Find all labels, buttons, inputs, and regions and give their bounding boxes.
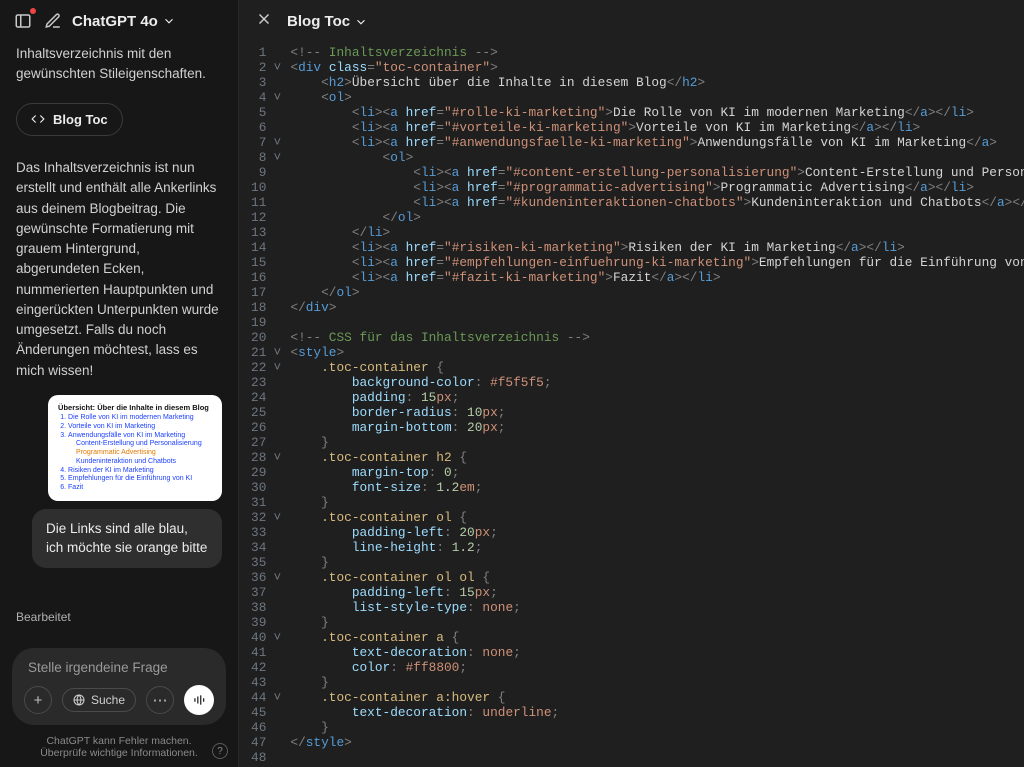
code-icon xyxy=(31,112,45,126)
attach-button[interactable]: + xyxy=(24,686,52,714)
search-label: Suche xyxy=(91,693,125,707)
editor-filename: Blog Toc xyxy=(287,13,350,30)
composer-input[interactable]: Stelle irgendeine Frage xyxy=(24,658,214,685)
composer: Stelle irgendeine Frage + Suche ⋯ xyxy=(12,648,226,725)
web-search-chip[interactable]: Suche xyxy=(62,688,136,712)
model-name: ChatGPT 4o xyxy=(72,13,158,30)
code-area[interactable]: 1234567891011121314151617181920212223242… xyxy=(239,43,1024,767)
new-chat-icon[interactable] xyxy=(42,10,64,32)
toc-preview-thumbnail[interactable]: Übersicht: Über die Inhalte in diesem Bl… xyxy=(48,395,222,501)
globe-icon xyxy=(73,694,85,706)
assistant-text-truncated: Inhaltsverzeichnis mit den gewünschten S… xyxy=(16,44,222,85)
code-content[interactable]: <!-- Inhaltsverzeichnis --><div class="t… xyxy=(284,45,1024,767)
assistant-message-1: Das Inhaltsverzeichnis ist nun erstellt … xyxy=(16,158,222,381)
fold-gutter[interactable]: ˅˅˅˅˅˅˅˅˅˅˅ xyxy=(270,45,284,767)
more-button[interactable]: ⋯ xyxy=(146,686,174,714)
chevron-down-icon xyxy=(354,15,368,29)
toggle-sidebar-icon[interactable] xyxy=(12,10,34,32)
disclaimer: ChatGPT kann Fehler machen. Überprüfe wi… xyxy=(0,731,238,767)
notification-dot-icon xyxy=(30,8,36,14)
voice-send-button[interactable] xyxy=(184,685,214,715)
editor-file-selector[interactable]: Blog Toc xyxy=(287,13,368,30)
code-artifact-chip[interactable]: Blog Toc xyxy=(16,103,123,137)
close-editor-button[interactable] xyxy=(255,10,273,33)
editor-header: Blog Toc xyxy=(239,0,1024,43)
code-editor-pane: Blog Toc 1234567891011121314151617181920… xyxy=(239,0,1024,767)
waveform-icon xyxy=(192,693,206,707)
chevron-down-icon xyxy=(162,14,176,28)
chat-scroll-area[interactable]: Inhaltsverzeichnis mit den gewünschten S… xyxy=(0,40,238,636)
sidebar-top-bar: ChatGPT 4o xyxy=(0,0,238,40)
help-button[interactable]: ? xyxy=(212,743,228,759)
preview-list: Die Rolle von KI im modernen Marketing V… xyxy=(58,414,212,493)
chat-sidebar: ChatGPT 4o Inhaltsverzeichnis mit den ge… xyxy=(0,0,239,767)
user-message: Die Links sind alle blau, ich möchte sie… xyxy=(32,509,222,568)
preview-title: Übersicht: Über die Inhalte in diesem Bl… xyxy=(58,403,212,412)
code-artifact-label: Blog Toc xyxy=(53,110,108,130)
model-selector[interactable]: ChatGPT 4o xyxy=(72,13,176,30)
edit-status-label: Bearbeitet xyxy=(16,608,222,626)
line-number-gutter: 1234567891011121314151617181920212223242… xyxy=(239,45,270,767)
